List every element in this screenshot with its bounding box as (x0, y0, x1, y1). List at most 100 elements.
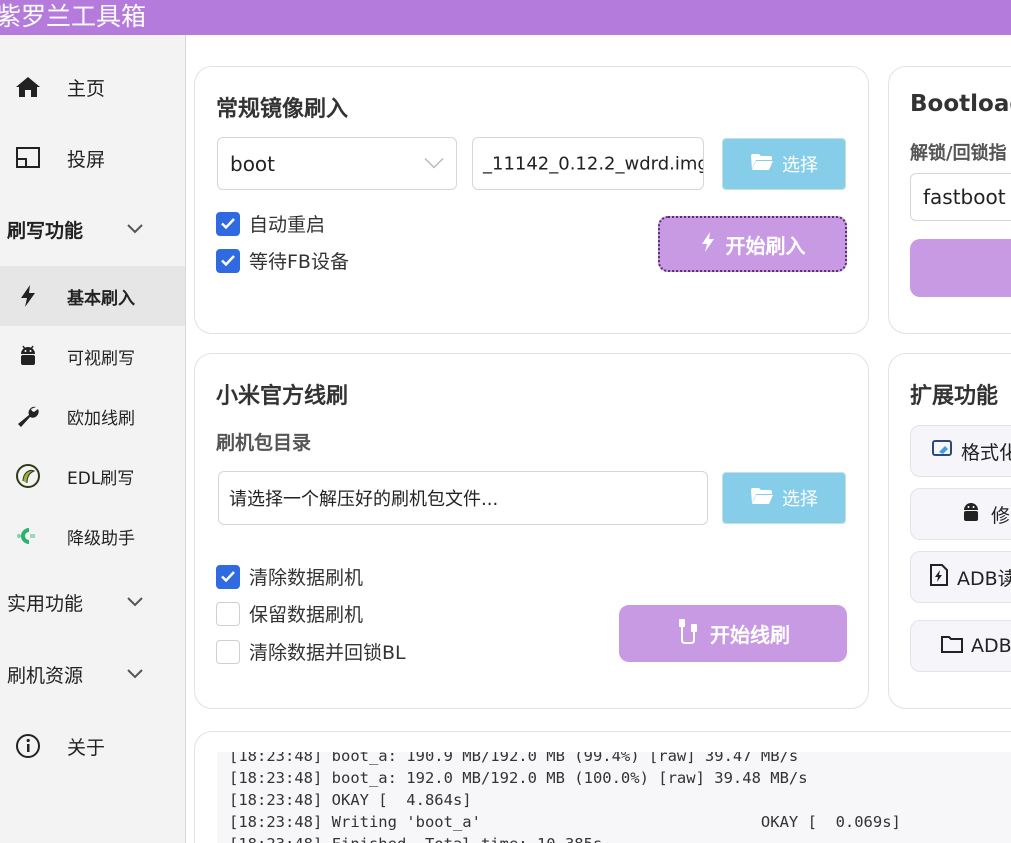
edl-icon (14, 462, 42, 490)
eraser-icon (931, 439, 953, 463)
main-content: 常规镜像刷入 boot _11142_0.12.2_wdrd.img 选择 自动… (186, 35, 1011, 843)
adb-read-button[interactable]: ADB读 (910, 551, 1011, 603)
sidebar-item-label: 降级助手 (67, 528, 135, 549)
sidebar-item-label: EDL刷写 (67, 468, 135, 489)
wrench-icon (14, 402, 42, 430)
usb-cable-icon (676, 618, 700, 649)
bootloader-card: Bootload 解锁/回锁指 fastboot (888, 66, 1011, 334)
select-rom-dir-button[interactable]: 选择 (722, 472, 846, 524)
sidebar-group-label: 刷机资源 (7, 664, 84, 687)
bootloader-action-button[interactable] (910, 239, 1011, 297)
sidebar-item-downgrade[interactable]: 降级助手 (0, 511, 185, 561)
sidebar-item-label: 可视刷写 (67, 348, 135, 369)
sidebar-item-home[interactable]: 主页 (0, 65, 185, 109)
card-title: 扩展功能 (910, 384, 999, 409)
checkbox-label: 等待FB设备 (249, 251, 349, 273)
checkbox-label: 保留数据刷机 (249, 604, 364, 626)
start-line-flash-button[interactable]: 开始线刷 (619, 605, 847, 662)
wipe-flash-checkbox[interactable]: 清除数据刷机 (216, 563, 363, 590)
log-line: [18:23:48] boot_a: 192.0 MB/192.0 MB (10… (229, 769, 808, 787)
sidebar-item-label: 基本刷入 (67, 288, 135, 309)
card-title: 常规镜像刷入 (216, 97, 349, 122)
android-icon (961, 501, 981, 527)
log-output[interactable]: [18:23:48] boot_a: 190.9 MB/192.0 MB (99… (217, 752, 1011, 843)
home-icon (14, 73, 42, 101)
rom-dir-label: 刷机包目录 (216, 432, 312, 454)
bootloader-mode-select[interactable]: fastboot (910, 173, 1011, 221)
log-line: [18:23:48] Writing 'boot_a' OKAY [ 0.069… (229, 813, 901, 831)
sidebar-group-label: 刷写功能 (7, 219, 84, 242)
partition-select[interactable]: boot (217, 137, 457, 190)
folder-icon (750, 153, 774, 176)
android-icon (14, 342, 42, 370)
chevron-down-icon (124, 663, 146, 685)
sidebar-item-screencast[interactable]: 投屏 (0, 136, 185, 180)
checkbox-box (216, 248, 240, 273)
sidebar-item-label: 关于 (67, 736, 106, 759)
sidebar-group-resources[interactable]: 刷机资源 (0, 652, 185, 696)
downgrade-icon (14, 522, 42, 550)
log-line: [18:23:48] Finished. Total time: 10.385s (229, 833, 602, 843)
sidebar-item-edl-flash[interactable]: EDL刷写 (0, 451, 185, 501)
sidebar-item-label: 欧加线刷 (67, 408, 135, 429)
title-bar: 紫罗兰工具箱 (0, 0, 1011, 35)
start-line-flash-label: 开始线刷 (710, 623, 790, 647)
folder-icon (941, 635, 963, 657)
checkbox-label: 清除数据刷机 (249, 567, 364, 589)
lightning-icon (700, 231, 716, 258)
sidebar-item-about[interactable]: 关于 (0, 724, 185, 768)
sidebar-item-basic-flash[interactable]: 基本刷入 (0, 266, 185, 326)
chevron-down-icon (424, 154, 444, 173)
log-line: [18:23:48] OKAY [ 4.864s] (229, 791, 472, 809)
sidebar-item-visual-flash[interactable]: 可视刷写 (0, 331, 185, 381)
info-icon (14, 732, 42, 760)
image-flash-card: 常规镜像刷入 boot _11142_0.12.2_wdrd.img 选择 自动… (194, 66, 869, 334)
mi-flash-card: 小米官方线刷 刷机包目录 请选择一个解压好的刷机包文件... 选择 清除数据刷机… (194, 353, 869, 709)
select-label: 选择 (782, 155, 818, 176)
extensions-card: 扩展功能 格式化 修 ADB读 ADB (888, 353, 1011, 709)
log-line: [18:23:48] boot_a: 190.9 MB/192.0 MB (99… (229, 752, 799, 765)
bootloader-mode-value: fastboot (923, 185, 1006, 209)
wait-fb-checkbox[interactable]: 等待FB设备 (216, 247, 349, 274)
checkbox-box (216, 211, 240, 236)
sidebar-item-oplus-flash[interactable]: 欧加线刷 (0, 391, 185, 441)
repair-label: 修 (991, 504, 1011, 527)
lock-unlock-label: 解锁/回锁指 (910, 143, 1007, 164)
checkbox-label: 自动重启 (249, 214, 326, 236)
checkbox-box (216, 564, 240, 589)
file-lightning-icon (929, 563, 949, 591)
lightning-icon (14, 282, 42, 310)
keep-data-checkbox[interactable]: 保留数据刷机 (216, 600, 363, 627)
rom-dir-input[interactable]: 请选择一个解压好的刷机包文件... (218, 471, 708, 525)
partition-value: boot (230, 151, 276, 176)
screencast-icon (14, 144, 42, 172)
sidebar-group-utility[interactable]: 实用功能 (0, 580, 185, 624)
format-button[interactable]: 格式化 (910, 425, 1011, 477)
select-image-button[interactable]: 选择 (722, 138, 846, 190)
wipe-lock-checkbox[interactable]: 清除数据并回锁BL (216, 638, 406, 665)
chevron-down-icon (124, 218, 146, 240)
sidebar-group-flash[interactable]: 刷写功能 (0, 207, 185, 251)
adb-file-label: ADB (971, 635, 1011, 657)
checkbox-box (216, 639, 240, 664)
sidebar-item-label: 主页 (67, 77, 106, 100)
checkbox-box (216, 601, 240, 626)
start-flash-button[interactable]: 开始刷入 (658, 216, 847, 272)
rom-dir-placeholder: 请选择一个解压好的刷机包文件... (229, 489, 499, 510)
image-file-input[interactable]: _11142_0.12.2_wdrd.img (472, 137, 704, 190)
sidebar-group-label: 实用功能 (7, 592, 84, 615)
format-label: 格式化 (961, 441, 1011, 464)
repair-button[interactable]: 修 (910, 488, 1011, 540)
image-file-value: _11142_0.12.2_wdrd.img (483, 153, 704, 174)
auto-reboot-checkbox[interactable]: 自动重启 (216, 210, 325, 237)
card-title: 小米官方线刷 (216, 384, 349, 409)
adb-file-button[interactable]: ADB (910, 620, 1011, 672)
sidebar: 主页 投屏 刷写功能 基本刷入 可视刷写 欧加线刷 EDL刷写 降级助手 实用功… (0, 35, 186, 843)
start-flash-label: 开始刷入 (725, 233, 806, 258)
select-label: 选择 (782, 489, 818, 510)
adb-read-label: ADB读 (957, 567, 1011, 590)
app-title: 紫罗兰工具箱 (0, 2, 147, 31)
sidebar-item-label: 投屏 (67, 148, 106, 171)
folder-icon (750, 487, 774, 510)
card-title: Bootload (910, 91, 1011, 117)
